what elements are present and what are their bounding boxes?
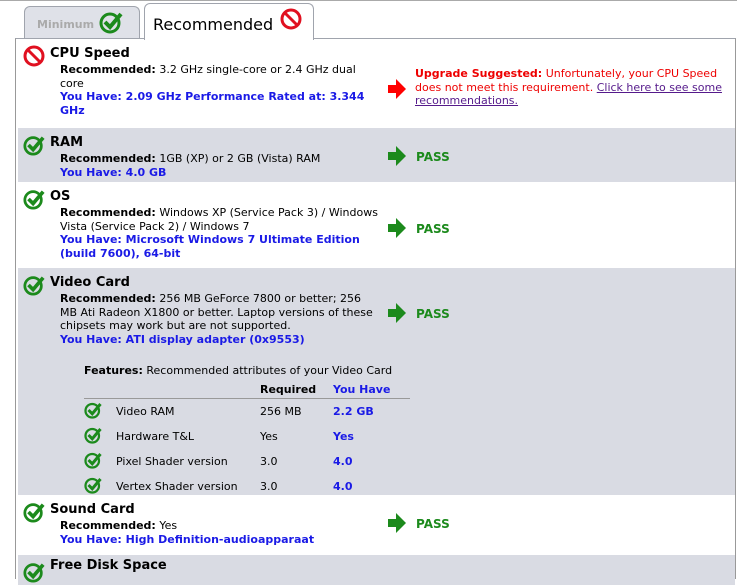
recommended-value: Yes — [155, 519, 178, 532]
row-details: Recommended: 1GB (XP) or 2 GB (Vista) RA… — [60, 152, 380, 179]
green-arrow-icon — [388, 218, 406, 238]
feature-name: Hardware T&L — [116, 430, 195, 443]
feature-have: 2.2 GB — [333, 405, 374, 418]
row-title: Sound Card — [50, 502, 135, 517]
green-arrow-icon — [388, 146, 406, 166]
requirement-row-free-disk-space: Free Disk Space — [18, 555, 735, 585]
you-have-value: You Have: 2.09 GHz Performance Rated at:… — [60, 90, 365, 117]
recommended-label: Recommended: — [60, 519, 156, 532]
tab-minimum[interactable]: Minimum — [24, 6, 140, 39]
no-entry-icon — [280, 8, 302, 33]
requirement-row-os: OS Recommended: Windows XP (Service Pack… — [18, 182, 735, 268]
row-title: CPU Speed — [50, 46, 130, 61]
top-border — [0, 0, 737, 1]
row-title: OS — [50, 189, 71, 204]
red-arrow-icon — [388, 79, 406, 102]
requirement-row-cpu: CPU Speed Recommended: 3.2 GHz single-co… — [18, 39, 735, 128]
check-icon — [99, 10, 123, 37]
recommended-label: Recommended: — [60, 63, 156, 76]
row-details: Recommended: Yes You Have: High Definitio… — [60, 519, 380, 546]
row-title: RAM — [50, 135, 84, 150]
feature-have: Yes — [333, 430, 354, 443]
tab-label: Recommended — [153, 15, 274, 34]
requirement-row-video-card: Video Card Recommended: 256 MB GeForce 7… — [18, 268, 735, 495]
col-required: Required — [260, 381, 333, 399]
tab-recommended[interactable]: Recommended — [144, 3, 314, 40]
you-have-value: You Have: High Definition-audioapparaat — [60, 532, 315, 546]
upgrade-warning: Upgrade Suggested: Unfortunately, your C… — [415, 67, 725, 108]
pass-label: PASS — [416, 517, 450, 531]
feature-row: Video RAM 256 MB 2.2 GB — [84, 399, 410, 425]
row-title: Free Disk Space — [50, 558, 167, 573]
recommended-label: Recommended: — [60, 206, 156, 219]
row-details: Recommended: Windows XP (Service Pack 3)… — [60, 206, 380, 260]
requirement-row-sound-card: Sound Card Recommended: Yes You Have: Hig… — [18, 495, 735, 555]
feature-row: Hardware T&L Yes Yes — [84, 424, 410, 449]
feature-have: 4.0 — [333, 455, 353, 468]
check-icon — [23, 134, 45, 159]
check-icon — [23, 501, 45, 526]
green-arrow-icon — [388, 303, 406, 323]
feature-name: Video RAM — [116, 405, 175, 418]
you-have-value: You Have: 4.0 GB — [60, 165, 167, 179]
features-table: Required You Have Video RAM 256 MB 2.2 GB Ha… — [84, 381, 410, 499]
tab-label: Minimum — [37, 18, 95, 31]
status-pass: PASS — [388, 513, 450, 536]
check-icon — [23, 274, 45, 299]
status-pass: PASS — [388, 218, 450, 241]
pass-label: PASS — [416, 222, 450, 236]
pass-label: PASS — [416, 307, 450, 321]
green-arrow-icon — [388, 513, 406, 533]
check-icon — [23, 561, 45, 586]
col-you-have: You Have — [333, 381, 410, 399]
no-entry-icon — [23, 45, 45, 70]
recommended-value: 1GB (XP) or 2 GB (Vista) RAM — [155, 152, 321, 165]
row-title: Video Card — [50, 275, 130, 290]
feature-row: Pixel Shader version 3.0 4.0 — [84, 449, 410, 474]
video-features: Features: Recommended attributes of your… — [84, 364, 414, 499]
status-pass: PASS — [388, 303, 450, 326]
recommended-label: Recommended: — [60, 152, 156, 165]
requirement-row-ram: RAM Recommended: 1GB (XP) or 2 GB (Vista… — [18, 128, 735, 182]
feature-required: 256 MB — [260, 405, 302, 418]
warning-label: Upgrade Suggested: — [415, 67, 543, 80]
check-icon — [84, 399, 116, 425]
you-have-value: You Have: Microsoft Windows 7 Ultimate E… — [60, 233, 360, 260]
check-icon — [84, 424, 116, 449]
row-details: Recommended: 3.2 GHz single-core or 2.4 … — [60, 63, 380, 117]
features-text: Recommended attributes of your Video Car… — [142, 364, 393, 377]
check-icon — [23, 188, 45, 213]
you-have-value: You Have: ATI display adapter (0x9553) — [60, 332, 305, 346]
recommended-label: Recommended: — [60, 292, 156, 305]
feature-required: Yes — [260, 430, 278, 443]
check-icon — [84, 449, 116, 474]
feature-name: Pixel Shader version — [116, 455, 228, 468]
status-pass: PASS — [388, 146, 450, 169]
pass-label: PASS — [416, 150, 450, 164]
row-details: Recommended: 256 MB GeForce 7800 or bett… — [60, 292, 380, 346]
features-label: Features: — [84, 364, 143, 377]
feature-required: 3.0 — [260, 455, 278, 468]
requirements-panel: CPU Speed Recommended: 3.2 GHz single-co… — [15, 38, 736, 585]
